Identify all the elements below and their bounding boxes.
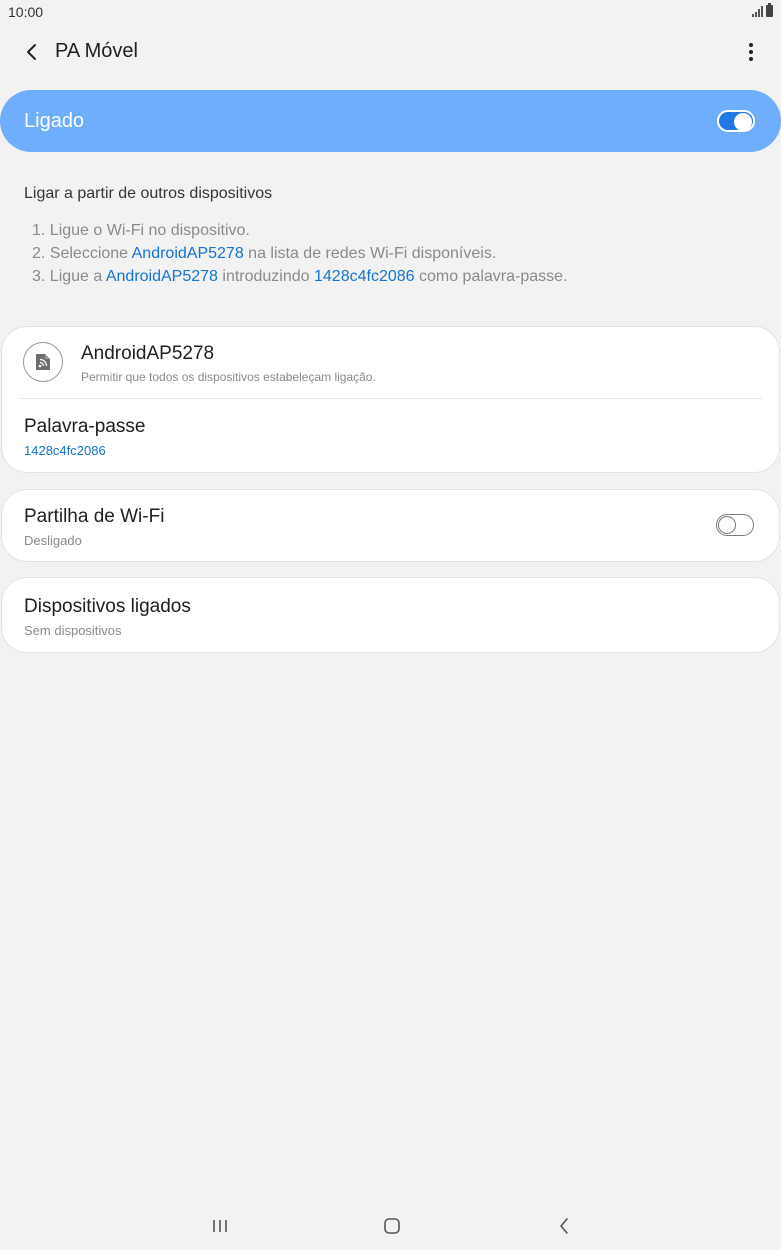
status-time: 10:00: [8, 4, 44, 20]
step-password: 1428c4fc2086: [314, 268, 415, 285]
hotspot-master-switch[interactable]: Ligado: [0, 90, 781, 152]
connected-devices-label: Dispositivos ligados: [24, 596, 191, 617]
step-text: 3. Ligue a: [32, 268, 106, 285]
status-bar: 10:00: [0, 0, 781, 24]
more-vertical-icon: [749, 43, 753, 61]
instruction-step-1: 1. Ligue o Wi-Fi no dispositivo.: [32, 219, 764, 242]
app-bar: PA Móvel: [0, 30, 781, 74]
network-name-row[interactable]: AndroidAP5278 Permitir que todos os disp…: [2, 327, 779, 399]
connected-devices-status: Sem dispositivos: [24, 623, 122, 638]
signal-icon: [752, 5, 763, 17]
step-text: 2. Seleccione: [32, 245, 132, 262]
back-button[interactable]: [18, 38, 46, 66]
master-switch-label: Ligado: [24, 110, 85, 132]
battery-icon: [766, 3, 773, 17]
connected-devices-row[interactable]: Dispositivos ligados Sem dispositivos: [1, 577, 780, 653]
toggle-knob: [718, 516, 736, 534]
recents-icon: [213, 1220, 227, 1232]
network-name: AndroidAP5278: [81, 343, 215, 364]
home-button[interactable]: [377, 1210, 407, 1240]
wifi-sharing-row[interactable]: Partilha de Wi-Fi Desligado: [1, 489, 780, 562]
wifi-sharing-toggle[interactable]: [716, 514, 754, 536]
password-label: Palavra-passe: [24, 416, 146, 437]
back-icon: [560, 1218, 568, 1234]
master-toggle[interactable]: [717, 110, 755, 132]
nav-back-button[interactable]: [549, 1210, 579, 1240]
chevron-left-icon: [27, 44, 36, 60]
more-options-button[interactable]: [741, 38, 761, 66]
recents-button[interactable]: [205, 1210, 235, 1240]
wifi-sharing-label: Partilha de Wi-Fi: [24, 506, 165, 527]
step-text: na lista de redes Wi-Fi disponíveis.: [243, 245, 497, 262]
step-network-name: AndroidAP5278: [131, 245, 244, 262]
step-text: introduzindo: [217, 268, 314, 285]
step-text: 1. Ligue o Wi-Fi no dispositivo.: [32, 222, 250, 239]
hotspot-icon: [23, 342, 63, 382]
password-row[interactable]: Palavra-passe 1428c4fc2086: [2, 399, 779, 473]
page-title: PA Móvel: [55, 40, 138, 62]
password-value: 1428c4fc2086: [24, 443, 106, 458]
home-icon: [384, 1218, 400, 1234]
instruction-step-2: 2. Seleccione AndroidAP5278 na lista de …: [32, 242, 764, 265]
instructions-title: Ligar a partir de outros dispositivos: [24, 185, 273, 202]
network-description: Permitir que todos os dispositivos estab…: [81, 370, 376, 384]
navigation-bar: [0, 1200, 781, 1250]
status-icons: [752, 3, 773, 17]
step-text: como palavra-passe.: [414, 268, 568, 285]
instruction-step-3: 3. Ligue a AndroidAP5278 introduzindo 14…: [32, 265, 764, 288]
step-network-name: AndroidAP5278: [105, 268, 218, 285]
network-card: AndroidAP5278 Permitir que todos os disp…: [1, 326, 780, 473]
wifi-sharing-status: Desligado: [24, 533, 82, 548]
connection-instructions: Ligar a partir de outros dispositivos 1.…: [24, 185, 764, 288]
toggle-knob: [734, 113, 752, 131]
